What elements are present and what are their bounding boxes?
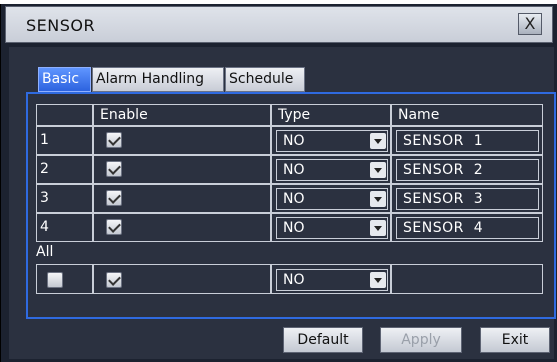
row-2-name-input[interactable]: SENSOR 2	[396, 159, 539, 181]
table-row-4-enable	[93, 213, 271, 242]
close-icon: X	[524, 14, 536, 33]
sensor-dialog: SENSOR X Basic Alarm Handling Schedule E…	[0, 4, 557, 362]
table-row-4-name: SENSOR 4	[391, 213, 543, 242]
table-row-3-num: 3	[36, 184, 93, 213]
tab-schedule[interactable]: Schedule	[225, 67, 305, 92]
row-2-type-value: NO	[283, 162, 305, 178]
row-3-name-input[interactable]: SENSOR 3	[396, 188, 539, 210]
default-button[interactable]: Default	[283, 327, 363, 353]
exit-button[interactable]: Exit	[480, 327, 550, 353]
dialog-title: SENSOR	[26, 16, 96, 35]
chevron-down-icon	[370, 133, 386, 149]
all-type-value: NO	[283, 272, 305, 288]
chevron-down-icon	[370, 162, 386, 178]
table-row-3-name: SENSOR 3	[391, 184, 543, 213]
tab-schedule-label: Schedule	[229, 71, 294, 87]
table-row-1-num: 1	[36, 126, 93, 155]
all-row-select	[36, 264, 93, 294]
header-enable: Enable	[93, 104, 271, 126]
all-label: All	[36, 244, 54, 260]
table-row-2-type: NO	[271, 155, 391, 184]
all-row-enable	[93, 264, 271, 294]
row-4-name-input[interactable]: SENSOR 4	[396, 217, 539, 239]
header-type-label: Type	[278, 107, 311, 123]
all-row-type: NO	[271, 264, 391, 294]
chevron-down-icon	[370, 191, 386, 207]
dialog-body: Basic Alarm Handling Schedule Enable Typ…	[9, 47, 556, 359]
row-1-name-input[interactable]: SENSOR 1	[396, 130, 539, 152]
row-4-type-select[interactable]: NO	[276, 217, 388, 239]
row-number: 1	[40, 132, 49, 148]
table-row-4-num: 4	[36, 213, 93, 242]
table-row-1-enable	[93, 126, 271, 155]
row-1-enable-checkbox[interactable]	[106, 132, 122, 148]
all-enable-checkbox[interactable]	[106, 272, 122, 288]
all-type-select[interactable]: NO	[276, 269, 388, 291]
header-num	[36, 104, 93, 126]
header-name-label: Name	[398, 107, 440, 123]
table-row-1-name: SENSOR 1	[391, 126, 543, 155]
table-row-2-enable	[93, 155, 271, 184]
table-row-3-enable	[93, 184, 271, 213]
tab-alarm-handling-label: Alarm Handling	[96, 71, 205, 87]
row-3-enable-checkbox[interactable]	[106, 190, 122, 206]
row-2-enable-checkbox[interactable]	[106, 161, 122, 177]
row-1-type-select[interactable]: NO	[276, 130, 388, 152]
row-number: 4	[40, 219, 49, 235]
row-3-type-select[interactable]: NO	[276, 188, 388, 210]
chevron-down-icon	[370, 220, 386, 236]
table-row-3-type: NO	[271, 184, 391, 213]
row-2-type-select[interactable]: NO	[276, 159, 388, 181]
row-number: 3	[40, 190, 49, 206]
apply-button[interactable]: Apply	[380, 327, 462, 353]
table-row-1-type: NO	[271, 126, 391, 155]
header-type: Type	[271, 104, 391, 126]
tab-alarm-handling[interactable]: Alarm Handling	[92, 67, 224, 92]
table-row-2-num: 2	[36, 155, 93, 184]
chevron-down-icon	[370, 272, 386, 288]
table-row-2-name: SENSOR 2	[391, 155, 543, 184]
header-enable-label: Enable	[100, 107, 148, 123]
close-button[interactable]: X	[518, 13, 542, 35]
row-3-type-value: NO	[283, 191, 305, 207]
row-4-type-value: NO	[283, 220, 305, 236]
row-number: 2	[40, 161, 49, 177]
table-row-4-type: NO	[271, 213, 391, 242]
tab-basic[interactable]: Basic	[38, 67, 91, 92]
row-4-enable-checkbox[interactable]	[106, 219, 122, 235]
tab-basic-label: Basic	[42, 71, 80, 87]
basic-panel: Enable Type Name 1 NO SENSOR 1 2 NO SENS…	[26, 92, 556, 319]
select-all-checkbox[interactable]	[47, 272, 63, 288]
header-name: Name	[391, 104, 543, 126]
all-row-name	[391, 264, 543, 294]
title-bar: SENSOR X	[5, 6, 553, 43]
row-1-type-value: NO	[283, 133, 305, 149]
